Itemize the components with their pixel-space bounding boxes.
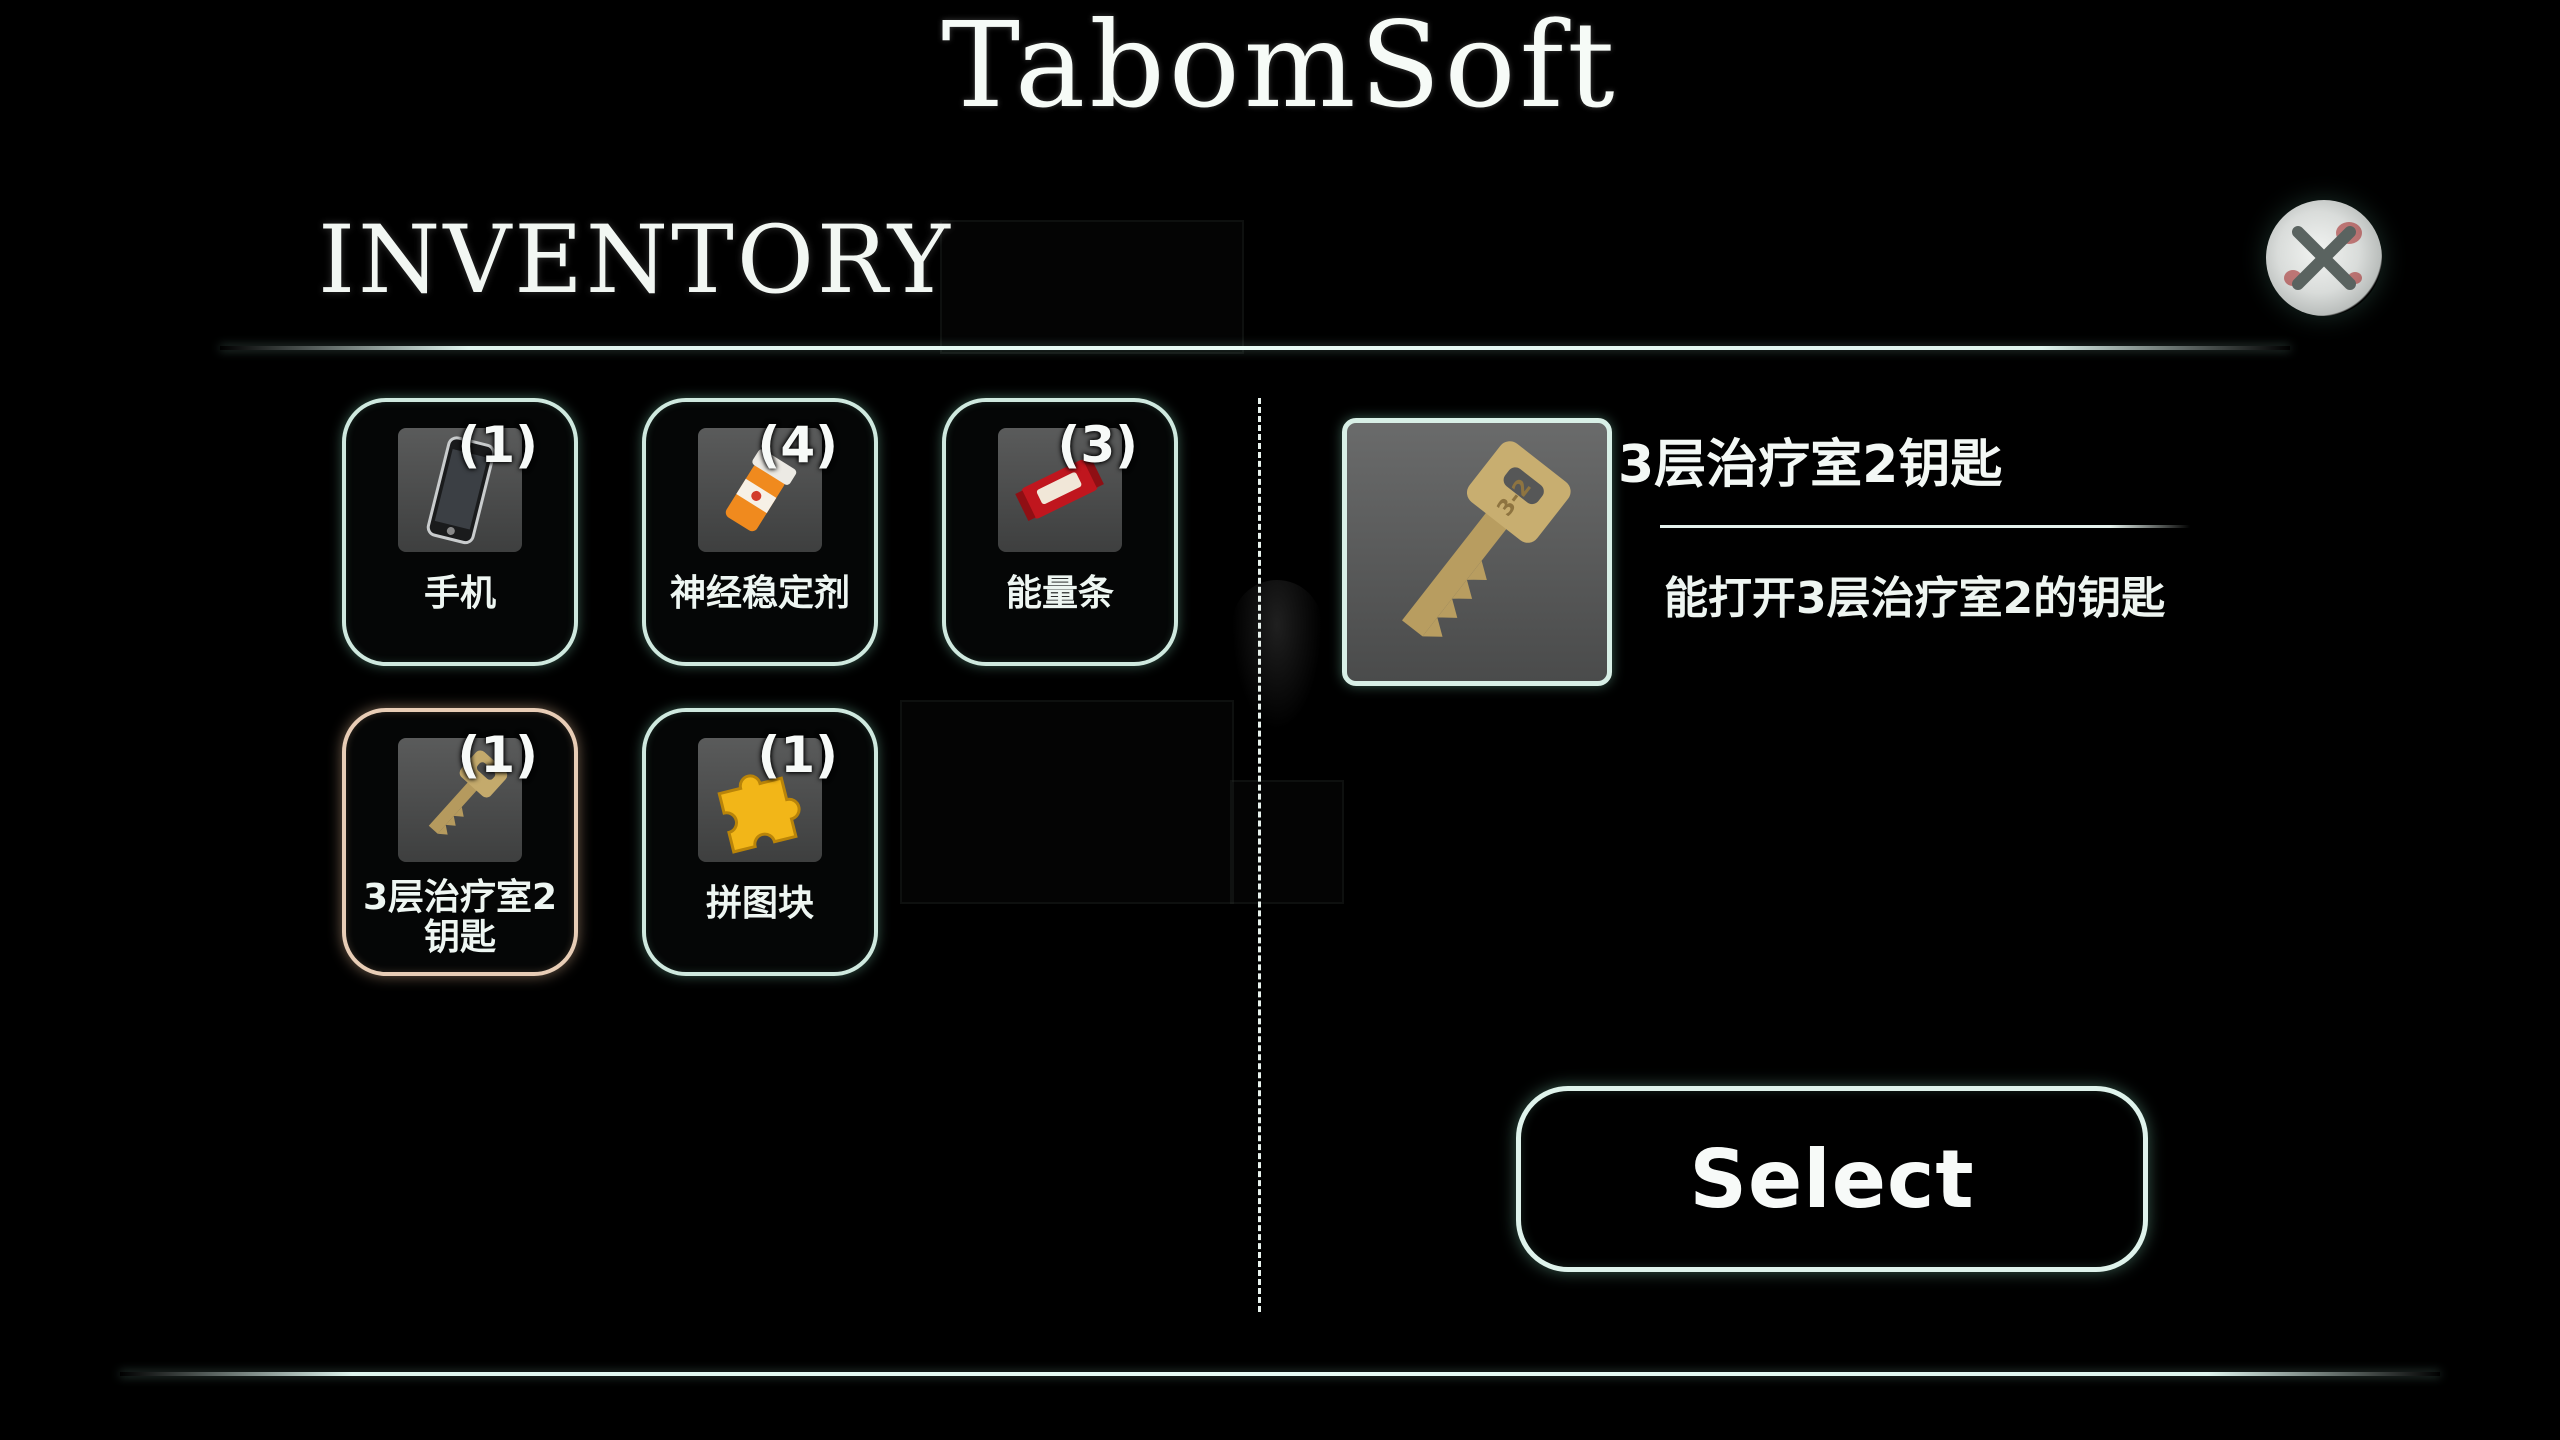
item-label: 拼图块 bbox=[705, 883, 814, 924]
item-label: 能量条 bbox=[1005, 573, 1114, 614]
select-button[interactable]: Select bbox=[1516, 1086, 2148, 1272]
item-label: 3层治疗室2 钥匙 bbox=[362, 877, 558, 958]
header-divider bbox=[220, 346, 2290, 350]
inventory-slot-puzzle-piece[interactable]: (1) 拼图块 bbox=[642, 708, 878, 976]
selected-item-image: 3-2 bbox=[1342, 418, 1612, 686]
close-icon bbox=[2292, 226, 2356, 290]
select-button-label: Select bbox=[1689, 1132, 1975, 1226]
item-label: 手机 bbox=[423, 573, 496, 614]
background-panel bbox=[900, 700, 1234, 904]
item-count: (4) bbox=[757, 416, 839, 474]
item-label: 神经稳定剂 bbox=[669, 573, 850, 614]
background-figure bbox=[1232, 580, 1322, 730]
item-count: (1) bbox=[757, 726, 839, 784]
inventory-slot-phone[interactable]: (1) 手机 bbox=[342, 398, 578, 666]
item-count: (1) bbox=[457, 416, 539, 474]
background-panel bbox=[1230, 780, 1344, 904]
inventory-slot-stabilizer[interactable]: (4) 神经稳定剂 bbox=[642, 398, 878, 666]
background-panel bbox=[940, 220, 1244, 354]
detail-divider bbox=[1660, 525, 2190, 528]
item-count: (3) bbox=[1057, 416, 1139, 474]
inventory-slot-key[interactable]: (1) 3层治疗室2 钥匙 bbox=[342, 708, 578, 976]
item-count: (1) bbox=[457, 726, 539, 784]
inventory-title: INVENTORY bbox=[318, 206, 953, 315]
selected-item-name: 3层治疗室2钥匙 bbox=[1618, 435, 2003, 495]
panel-divider bbox=[1258, 398, 1261, 1312]
inventory-slot-energy-bar[interactable]: (3) 能量条 bbox=[942, 398, 1178, 666]
close-button[interactable] bbox=[2266, 200, 2382, 316]
brand-title: TabomSoft bbox=[941, 0, 1619, 134]
footer-divider bbox=[120, 1372, 2440, 1376]
key-icon: 3-2 bbox=[1402, 441, 1571, 637]
selected-item-description: 能打开3层治疗室2的钥匙 bbox=[1664, 573, 2166, 624]
